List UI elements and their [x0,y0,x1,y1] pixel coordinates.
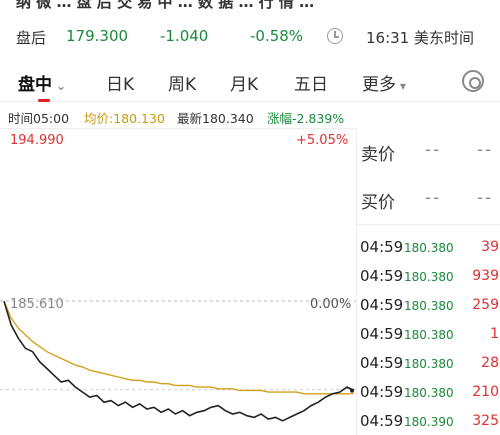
info-last-price: 最新180.340 [177,111,254,126]
tick-volume: 28 [481,355,499,371]
quote-row: 盘后 179.300 -1.040 -0.58% 16:31 美东时间 [0,22,500,52]
chart-high-label: 194.990 [10,133,64,148]
tab-five-day[interactable]: 五日 [294,70,328,95]
tick-volume: 39 [481,239,499,255]
bid-volume: -- [477,188,494,208]
info-change: 涨幅-2.839% [267,111,345,126]
tick-price: 180.380 [404,241,454,255]
tab-intraday-label: 盘中 [18,75,52,95]
ask-label: 卖价 [361,145,395,165]
quote-time: 16:31 美东时间 [366,29,474,47]
active-tab-indicator [38,99,50,102]
chevron-down-icon: ⌄ [56,79,67,93]
tick-price: 180.380 [404,357,454,371]
tab-weekly-k[interactable]: 周K [168,70,196,95]
tick-time: 04:59 [360,267,404,285]
last-price: 179.300 [66,27,129,45]
tab-intraday[interactable]: 盘中 ⌄ [18,70,66,95]
avg-price-line [3,300,355,395]
prev-close-label: 185.610 [10,297,64,312]
orderbook-divider [357,224,500,225]
ask-volume: -- [477,140,494,160]
tick-row: 04:59 180.380 259 [357,292,500,321]
clock-icon [327,28,343,44]
orderbook-panel: 卖价 -- -- 买价 -- -- 04:59 180.380 39 04:59… [356,128,500,435]
ask-row: 卖价 -- -- [357,130,500,170]
tick-time: 04:59 [360,383,404,401]
tab-monthly-k[interactable]: 月K [230,70,258,95]
tick-time: 04:59 [360,296,404,314]
tick-time: 04:59 [360,238,404,256]
price-chart-svg [0,300,356,422]
tick-price: 180.390 [404,415,454,429]
crosshair-info: 时间05:00 均价:180.130 最新180.340 涨幅-2.839% [0,106,360,126]
bid-price: -- [425,188,442,208]
prev-close-pct: 0.00% [310,297,352,312]
tick-row: 04:59 180.380 939 [357,263,500,292]
tick-time: 04:59 [360,412,404,430]
tick-volume: 325 [472,413,499,429]
tab-daily-k[interactable]: 日K [106,70,134,95]
bid-row: 买价 -- -- [357,178,500,218]
tick-row: 04:59 180.390 325 [357,408,500,435]
tick-row: 04:59 180.380 1 [357,321,500,350]
tick-price: 180.380 [404,270,454,284]
price-change: -1.040 [160,27,209,45]
price-line [3,300,355,422]
tick-volume: 1 [490,326,499,342]
chart-high-pct: +5.05% [296,133,349,148]
settings-icon[interactable] [462,70,484,92]
tick-row: 04:59 180.380 210 [357,379,500,408]
tick-time: 04:59 [360,325,404,343]
tick-price: 180.380 [404,299,454,313]
tick-price: 180.380 [404,386,454,400]
caret-down-icon: ▾ [400,79,407,93]
tick-price: 180.380 [404,328,454,342]
page-title: 纳 微 … 盘 后 交 易 中 … 数 据 … 行 情 … [16,0,315,10]
info-avg-price: 均价:180.130 [84,111,165,126]
session-label: 盘后 [16,29,47,47]
tick-volume: 210 [472,384,499,400]
tick-time: 04:59 [360,354,404,372]
bid-label: 买价 [361,193,395,213]
info-time: 时间05:00 [8,111,70,126]
price-change-pct: -0.58% [250,27,304,45]
tick-row: 04:59 180.380 28 [357,350,500,379]
tick-volume: 939 [472,268,499,284]
current-price-dot [350,388,354,393]
title-strip: 纳 微 … 盘 后 交 易 中 … 数 据 … 行 情 … [0,0,500,10]
chart-tabs: 盘中 ⌄ 日K 周K 月K 五日 更多 ▾ [0,62,500,102]
ask-price: -- [425,140,442,160]
tab-more-label: 更多 [362,75,396,95]
tick-volume: 259 [472,297,499,313]
tick-row: 04:59 180.380 39 [357,234,500,263]
tab-more[interactable]: 更多 ▾ [362,70,406,95]
intraday-chart[interactable]: 194.990 +5.05% 185.610 0.00% [0,128,356,435]
